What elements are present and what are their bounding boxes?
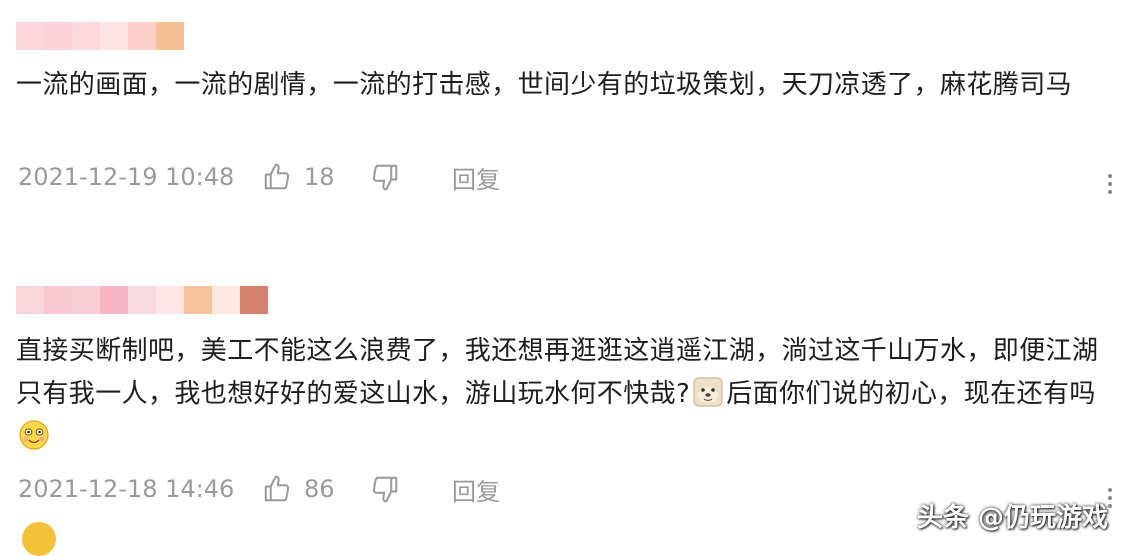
comment-item: 一流的画面，一流的剧情，一流的打击感，世间少有的垃圾策划，天刀凉透了，麻花腾司马… <box>0 0 1124 250</box>
dislike-button[interactable] <box>370 474 400 504</box>
thumbs-down-icon <box>372 476 398 503</box>
mosaic-cell <box>100 286 128 314</box>
comment-meta: 2021-12-18 14:46 86 回复 <box>18 469 500 509</box>
thumbs-up-icon <box>264 163 290 190</box>
username-masked[interactable] <box>16 22 184 50</box>
comment-text: 直接买断制吧，美工不能这么浪费了，我还想再逛逛这逍遥江湖，淌过这千山万水，即便江… <box>16 330 1106 459</box>
comment-time: 2021-12-19 10:48 <box>18 163 235 191</box>
mosaic-cell <box>44 22 72 50</box>
watermark: 头条 @仍玩游戏 <box>916 503 1108 533</box>
mosaic-cell <box>100 22 128 50</box>
reply-button[interactable]: 回复 <box>452 160 500 195</box>
mosaic-cell <box>16 286 44 314</box>
comment-meta: 2021-12-19 10:48 18 回复 <box>18 157 500 197</box>
comment-text: 一流的画面，一流的剧情，一流的打击感，世间少有的垃圾策划，天刀凉透了，麻花腾司马 <box>16 70 1073 100</box>
avatar[interactable] <box>22 522 56 556</box>
mosaic-cell <box>128 22 156 50</box>
thumbs-down-icon <box>372 164 398 191</box>
comment-time: 2021-12-18 14:46 <box>18 475 235 503</box>
mosaic-cell <box>72 286 100 314</box>
comment-text-part2: 后面你们说的初心，现在还有吗 <box>726 379 1096 409</box>
like-button[interactable]: 86 <box>262 474 344 504</box>
dislike-button[interactable] <box>370 162 400 192</box>
username-masked[interactable] <box>16 286 268 314</box>
like-count: 86 <box>304 475 335 503</box>
more-options-button[interactable] <box>1106 172 1114 196</box>
like-button[interactable]: 18 <box>262 162 344 192</box>
mosaic-cell <box>240 286 268 314</box>
like-count: 18 <box>304 163 335 191</box>
dog-face-emoji-icon <box>693 377 723 407</box>
mosaic-cell <box>212 286 240 314</box>
mosaic-cell <box>44 286 72 314</box>
smiling-face-emoji-icon <box>19 420 49 450</box>
mosaic-cell <box>156 286 184 314</box>
mosaic-cell <box>184 286 212 314</box>
mosaic-cell <box>72 22 100 50</box>
reply-button[interactable]: 回复 <box>452 472 500 507</box>
more-vertical-icon <box>1108 488 1112 492</box>
mosaic-cell <box>156 22 184 50</box>
mosaic-cell <box>16 22 44 50</box>
more-vertical-icon <box>1108 174 1112 178</box>
mosaic-cell <box>128 286 156 314</box>
thumbs-up-icon <box>264 475 290 502</box>
